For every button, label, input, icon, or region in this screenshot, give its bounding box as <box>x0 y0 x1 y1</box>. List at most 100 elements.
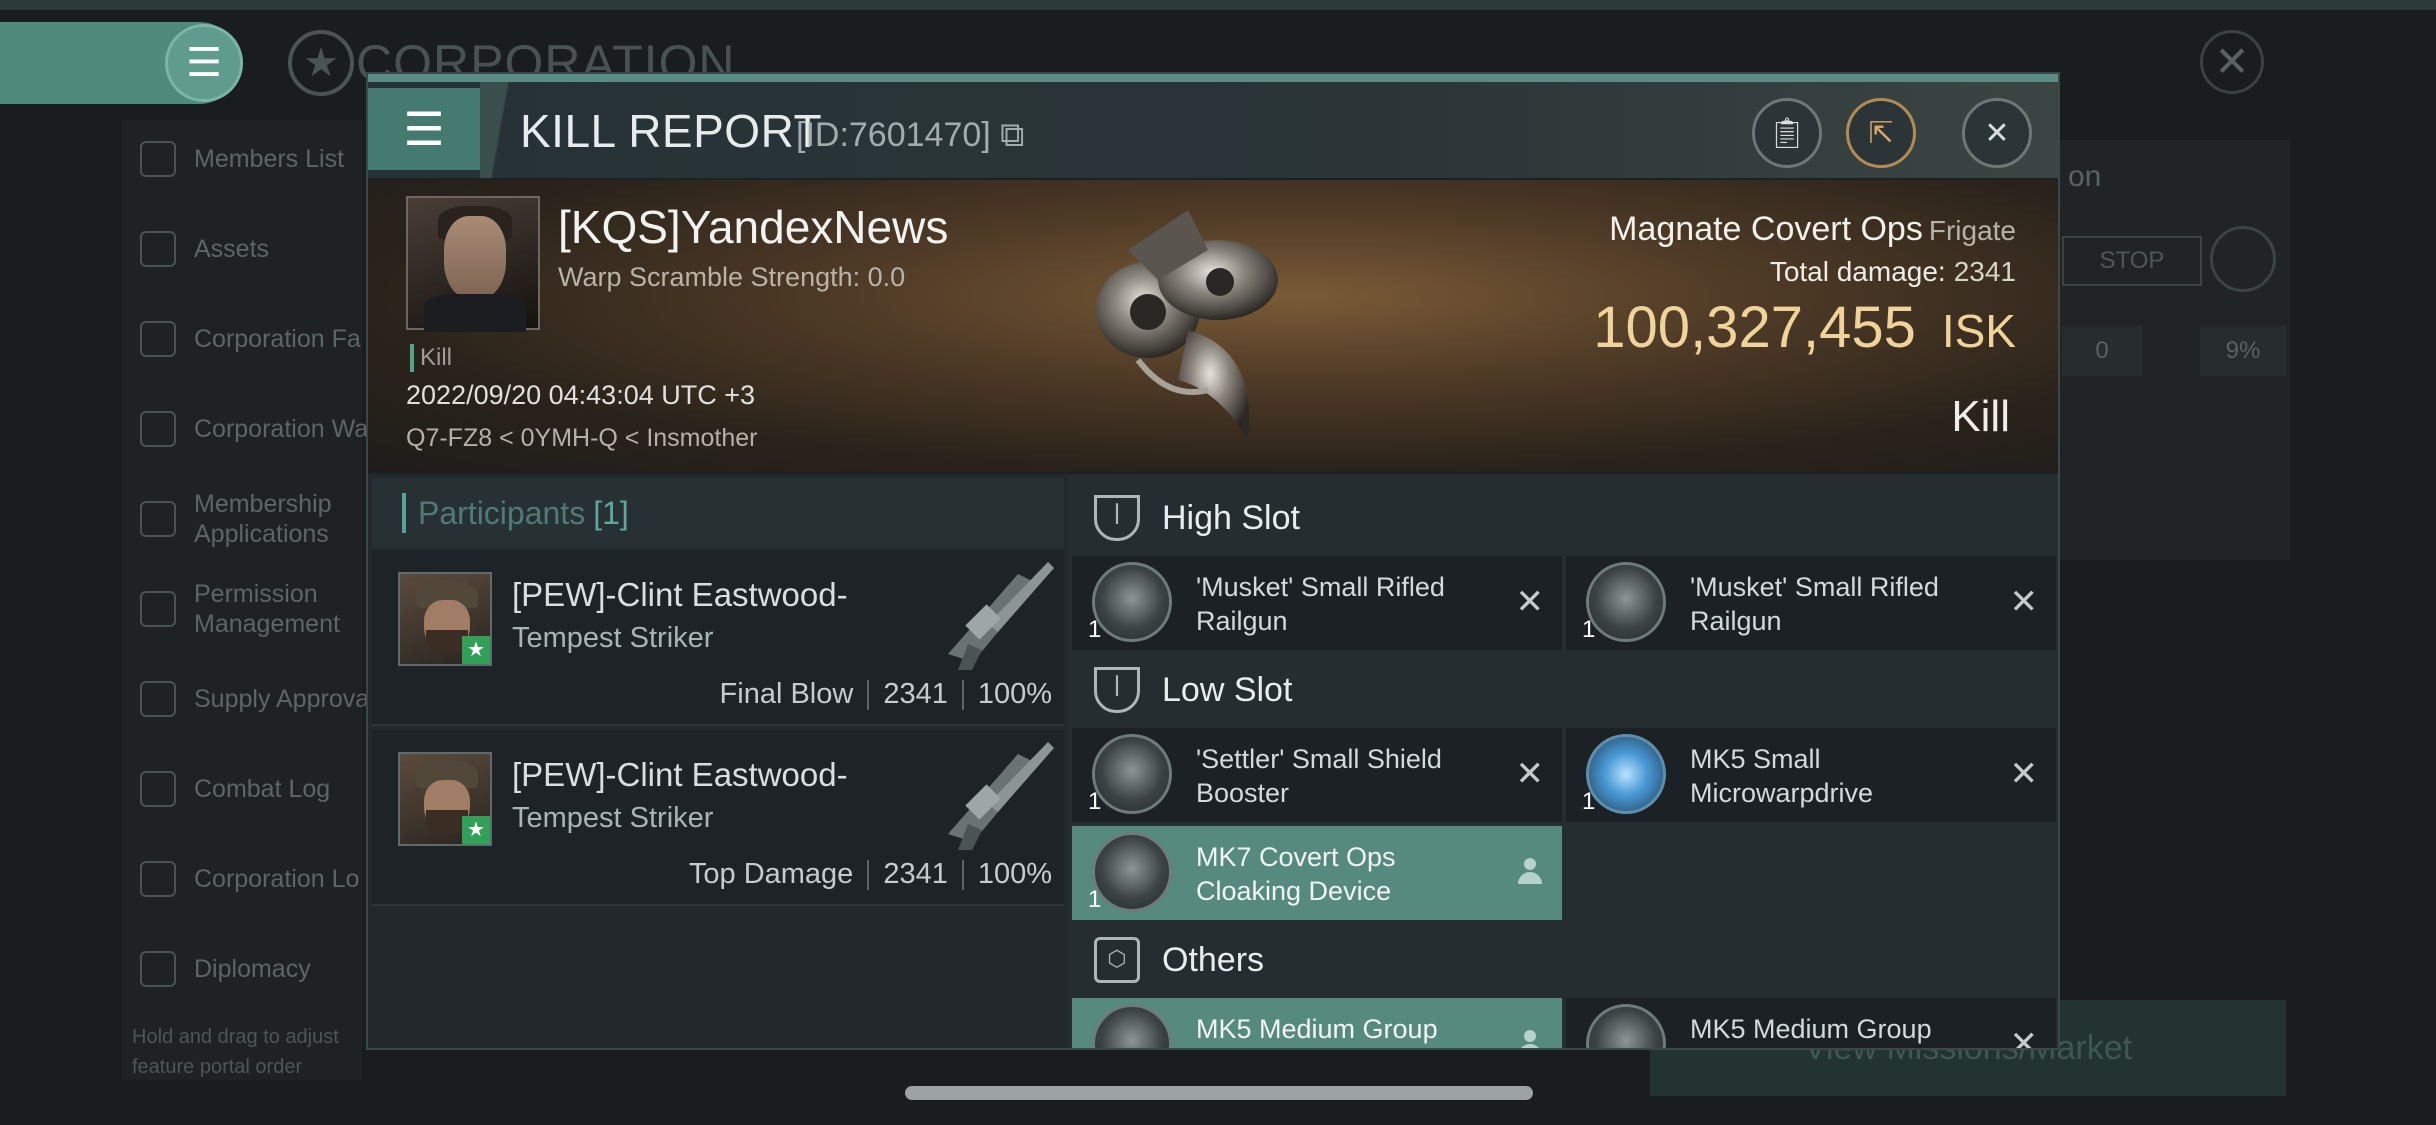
ship-name[interactable]: Magnate Covert Ops Frigate <box>1609 210 2016 249</box>
applications-icon <box>140 501 176 537</box>
ship-class: Frigate <box>1928 215 2016 246</box>
page-close-button[interactable]: ✕ <box>2200 30 2264 94</box>
module-name: 'Musket' Small Rifled Railgun <box>1690 572 1939 636</box>
supply-icon <box>140 681 176 717</box>
dialog-menu-button[interactable]: ☰ <box>368 88 480 170</box>
participant-row[interactable]: ★ [PEW]-Clint Eastwood- Tempest Striker … <box>372 550 1064 726</box>
module-quantity: 1 <box>1088 788 1102 815</box>
module-quantity: 1 <box>1088 886 1102 913</box>
kill-report-dialog: ☰ KILL REPORT [ID:7601470] ⧉ 📋︎ ⇱ ✕ [KQS… <box>366 72 2060 1050</box>
star-icon: ★ <box>462 816 490 844</box>
isk-value: 100,327,455 ISK <box>1593 295 2016 360</box>
ship-image[interactable] <box>1068 190 1308 470</box>
participant-role: Top Damage <box>688 858 854 890</box>
module-item[interactable]: MK5 Medium Group <box>1072 998 1562 1048</box>
cloaking-device-icon <box>1092 832 1172 912</box>
kill-location[interactable]: Q7-FZ8 < 0YMH-Q < Insmother <box>406 424 758 453</box>
module-item[interactable]: 1 'Musket' Small Rifled Railgun ✕ <box>1072 556 1562 650</box>
corporation-star-icon: ★ <box>288 30 354 96</box>
sidebar-item-label: Combat Log <box>194 774 331 803</box>
others-label: Others <box>1162 940 1265 979</box>
others-header: ⬡ Others <box>1072 926 2058 994</box>
dialog-menu-wing <box>480 82 520 178</box>
module-name: MK5 Medium Group <box>1196 1014 1438 1044</box>
stat-percent: 9% <box>2200 326 2286 376</box>
assets-icon <box>140 231 176 267</box>
main-menu-button[interactable]: ☰ <box>165 24 243 102</box>
module-item[interactable]: MK5 Medium Group ✕ <box>1566 998 2056 1048</box>
log-icon <box>140 861 176 897</box>
members-icon <box>140 141 176 177</box>
clipboard-icon: 📋︎ <box>1767 116 1807 150</box>
wallet-icon <box>140 411 176 447</box>
participants-count: [1] <box>593 494 629 531</box>
high-slot-icon: ꟾ <box>1094 495 1140 541</box>
divider <box>867 859 870 890</box>
clipboard-button[interactable]: 📋︎ <box>1752 98 1822 168</box>
sidebar-item-label: Assets <box>194 234 270 263</box>
participant-role: Final Blow <box>719 678 854 710</box>
group-module-icon <box>1092 1004 1172 1048</box>
shield-booster-icon <box>1092 734 1172 814</box>
module-item[interactable]: 1 'Musket' Small Rifled Railgun ✕ <box>1566 556 2056 650</box>
victim-name[interactable]: [KQS]YandexNews <box>558 200 948 254</box>
module-item[interactable]: 1 MK5 Small Microwarpdrive ✕ <box>1566 728 2056 822</box>
close-icon: ✕ <box>2214 38 2250 85</box>
sidebar-item-label: Corporation Wa <box>194 414 369 443</box>
kill-result: Kill <box>1951 392 2010 441</box>
participant-portrait[interactable]: ★ <box>398 572 492 666</box>
module-quantity: 1 <box>1088 616 1102 643</box>
cube-icon: ⬡ <box>1094 937 1140 983</box>
participants-panel: Participants [1] ★ [PEW]-Clint Eastwood-… <box>368 474 1068 1048</box>
weapon-icon <box>948 742 1054 850</box>
participant-damage: 2341 <box>883 678 948 710</box>
close-button[interactable]: ✕ <box>1962 98 2032 168</box>
participant-name: [PEW]-Clint Eastwood- <box>512 576 848 613</box>
destroyed-icon: ✕ <box>1515 755 1545 793</box>
module-name: 'Settler' Small Shield Booster <box>1196 744 1442 808</box>
high-slot-header: ꟾ High Slot <box>1072 484 2058 552</box>
railgun-icon <box>1092 562 1172 642</box>
sidebar-item-label: Supply Approva <box>194 684 370 713</box>
participant-row[interactable]: ★ [PEW]-Clint Eastwood- Tempest Striker … <box>372 730 1064 906</box>
top-status-bar <box>0 0 2436 10</box>
share-button[interactable]: ⇱ <box>1846 98 1916 168</box>
header-accent <box>402 493 406 533</box>
module-name: MK5 Small Microwarpdrive <box>1690 744 1874 808</box>
portrait-body <box>424 294 526 332</box>
star-icon: ★ <box>462 636 490 664</box>
module-item[interactable]: 1 'Settler' Small Shield Booster ✕ <box>1072 728 1562 822</box>
right-panel-text: on <box>2068 160 2102 193</box>
module-item[interactable]: 1 MK7 Covert Ops Cloaking Device <box>1072 826 1562 920</box>
copy-icon[interactable]: ⧉ <box>1000 116 1024 154</box>
dialog-top-accent <box>368 74 2058 82</box>
stop-button[interactable]: STOP <box>2062 236 2202 286</box>
permission-icon <box>140 591 176 627</box>
home-indicator[interactable] <box>905 1086 1533 1100</box>
dropped-person-icon <box>1518 1030 1542 1048</box>
stop-label: STOP <box>2099 247 2165 274</box>
destroyed-icon: ✕ <box>1515 583 1545 621</box>
module-name: MK5 Medium Group <box>1690 1014 1932 1044</box>
sidebar-item-label: Diplomacy <box>194 954 311 983</box>
divider <box>961 859 964 890</box>
external-link-button[interactable] <box>2210 226 2276 292</box>
sidebar-item-label: Membership Applications <box>194 490 332 548</box>
participant-percent: 100% <box>977 678 1052 710</box>
participant-name: [PEW]-Clint Eastwood- <box>512 756 848 793</box>
low-slot-label: Low Slot <box>1162 670 1293 709</box>
divider <box>867 679 870 710</box>
participant-portrait[interactable]: ★ <box>398 752 492 846</box>
fitting-panel: ꟾ High Slot 1 'Musket' Small Rifled Rail… <box>1068 474 2058 1048</box>
participants-header[interactable]: Participants [1] <box>372 478 1064 548</box>
low-slot-icon: ꟾ <box>1094 667 1140 713</box>
report-id[interactable]: [ID:7601470] ⧉ <box>796 116 1024 155</box>
module-name: MK7 Covert Ops Cloaking Device <box>1196 842 1396 906</box>
sidebar-item-label: Members List <box>194 144 345 173</box>
module-quantity: 1 <box>1582 788 1596 815</box>
stat-value: 0 <box>2062 326 2142 376</box>
combat-icon <box>140 771 176 807</box>
participant-ship: Tempest Striker <box>512 622 714 654</box>
victim-portrait[interactable] <box>406 196 540 332</box>
participants-label: Participants <box>418 494 586 531</box>
